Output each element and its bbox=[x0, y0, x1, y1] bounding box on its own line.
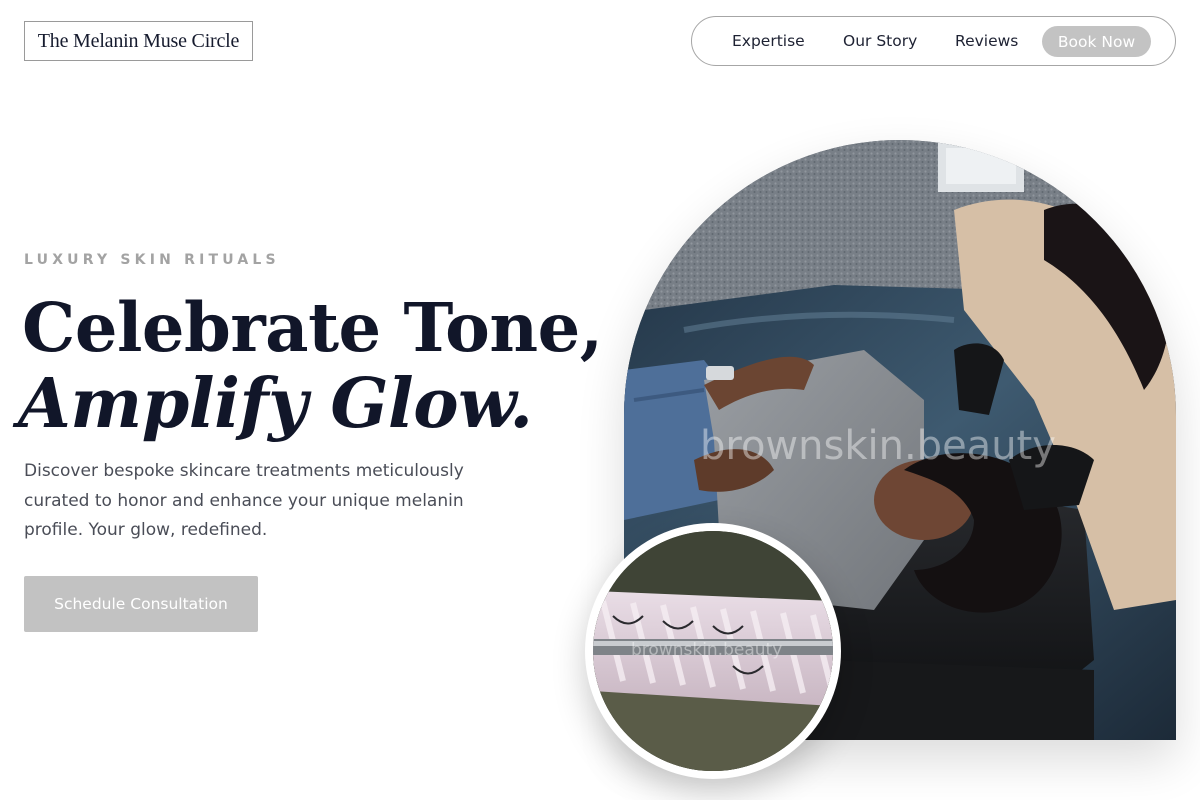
hero-headline: Celebrate Tone, Amplify Glow. bbox=[18, 286, 603, 438]
hero-eyebrow: LUXURY SKIN RITUALS bbox=[24, 252, 280, 268]
lash-tray-illustration bbox=[593, 531, 833, 771]
schedule-consultation-button[interactable]: Schedule Consultation bbox=[24, 576, 258, 632]
nav-link-our-story[interactable]: Our Story bbox=[843, 17, 917, 65]
lash-detail-photo: brownskin.beauty bbox=[585, 523, 841, 779]
hero-description: Discover bespoke skincare treatments met… bbox=[24, 461, 464, 540]
lash-detail-inner: brownskin.beauty bbox=[593, 531, 833, 771]
nav-link-expertise[interactable]: Expertise bbox=[732, 17, 805, 65]
headline-line-1: Celebrate Tone, bbox=[22, 288, 603, 367]
main-nav: Expertise Our Story Reviews Book Now bbox=[691, 16, 1176, 66]
brand-logo[interactable]: The Melanin Muse Circle bbox=[24, 21, 253, 61]
book-now-button[interactable]: Book Now bbox=[1042, 26, 1151, 57]
nav-link-reviews[interactable]: Reviews bbox=[955, 17, 1018, 65]
headline-line-2: Amplify Glow. bbox=[18, 364, 533, 444]
